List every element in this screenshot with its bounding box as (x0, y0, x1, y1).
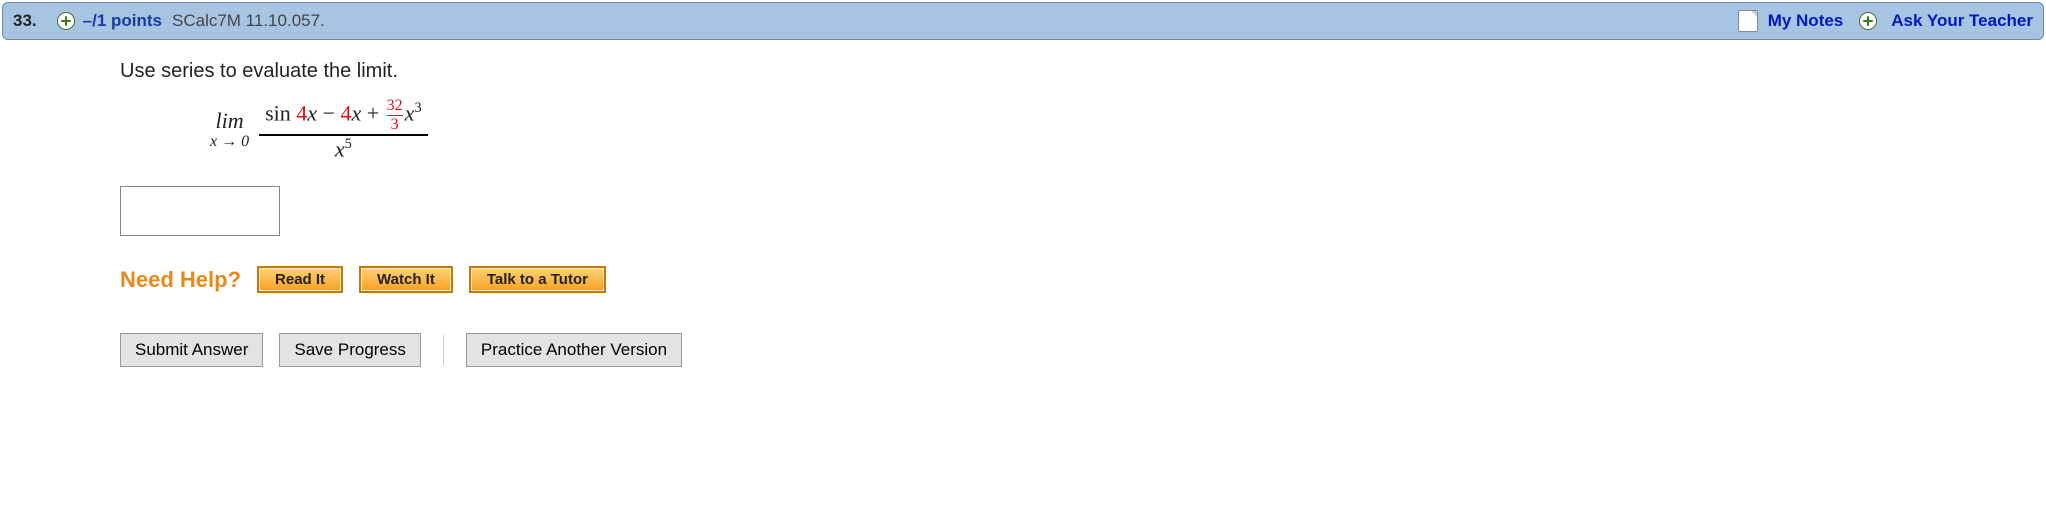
numerator: sin 4x − 4x + 323x3 (259, 97, 427, 134)
talk-tutor-button[interactable]: Talk to a Tutor (469, 266, 606, 293)
denominator: x5 (329, 136, 358, 162)
limit-expression: lim x → 0 sin 4x − 4x + 323x3 x5 (210, 97, 2046, 162)
need-help-label: Need Help? (120, 267, 241, 293)
var1: x (307, 101, 317, 126)
question-number: 33. (13, 11, 37, 31)
exp-5: 5 (345, 136, 352, 152)
question-content: Use series to evaluate the limit. lim x … (0, 40, 2046, 367)
watch-it-button[interactable]: Watch It (359, 266, 453, 293)
lim-symbol: lim x → 0 (210, 109, 249, 151)
need-help-row: Need Help? Read It Watch It Talk to a Tu… (120, 266, 2046, 293)
note-icon (1738, 10, 1758, 32)
answer-input[interactable] (120, 186, 280, 236)
source-code: SCalc7M 11.10.057. (172, 11, 325, 31)
inner-frac-num: 32 (387, 97, 403, 115)
coeff-b: 4 (340, 101, 351, 126)
lim-label: lim (215, 109, 243, 133)
my-notes-link[interactable]: My Notes (1768, 11, 1844, 31)
header-actions: My Notes Ask Your Teacher (1738, 10, 2033, 32)
lim-sub: x → 0 (210, 133, 249, 151)
practice-another-button[interactable]: Practice Another Version (466, 333, 682, 367)
plus-sign: + (361, 101, 384, 126)
minus-sign: − (317, 101, 340, 126)
denom-var: x (335, 136, 345, 161)
inner-fraction: 323 (387, 97, 403, 134)
inner-frac-den: 3 (391, 116, 399, 134)
read-it-button[interactable]: Read It (257, 266, 343, 293)
expand-icon[interactable] (57, 12, 75, 30)
var2: x (351, 101, 361, 126)
ask-teacher-link[interactable]: Ask Your Teacher (1891, 11, 2033, 31)
plus-icon[interactable] (1859, 12, 1877, 30)
divider (443, 335, 444, 365)
coeff-a: 4 (296, 101, 307, 126)
main-fraction: sin 4x − 4x + 323x3 x5 (259, 97, 427, 162)
question-header: 33. –/1 points SCalc7M 11.10.057. My Not… (2, 2, 2044, 40)
bottom-actions: Submit Answer Save Progress Practice Ano… (120, 333, 2046, 367)
question-prompt: Use series to evaluate the limit. (120, 60, 2046, 83)
var3: x (405, 101, 415, 126)
save-progress-button[interactable]: Save Progress (279, 333, 421, 367)
submit-answer-button[interactable]: Submit Answer (120, 333, 263, 367)
exp-3: 3 (414, 100, 421, 116)
sin-label: sin (265, 101, 296, 126)
points-label: –/1 points (83, 11, 162, 31)
